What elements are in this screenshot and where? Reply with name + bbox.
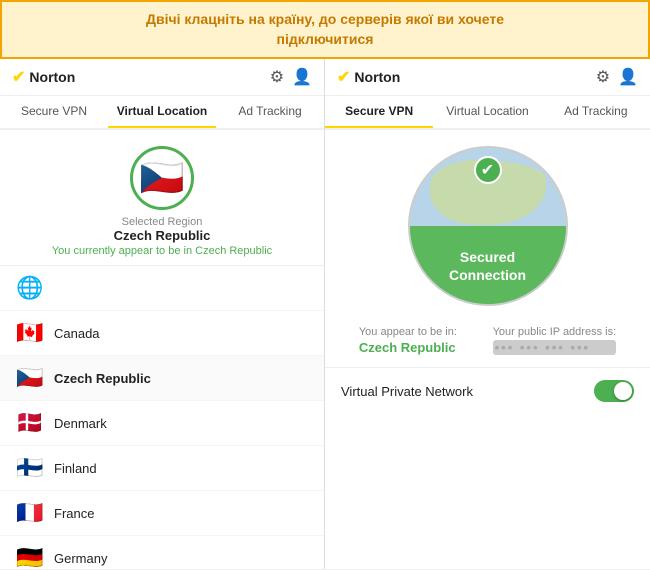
notification-text-line2: підключитися	[277, 31, 374, 47]
list-item-partial[interactable]: 🌐	[0, 266, 324, 311]
list-item-germany[interactable]: 🇩🇪 Germany	[0, 536, 324, 569]
right-tabs: Secure VPN Virtual Location Ad Tracking	[325, 96, 650, 130]
country-flag-denmark: 🇩🇰	[16, 410, 44, 436]
right-profile-icon[interactable]: 👤	[618, 67, 638, 87]
right-tab-secure-vpn[interactable]: Secure VPN	[325, 96, 433, 128]
notification-text-line1: Двічі клацніть на країну, до серверів як…	[146, 11, 504, 27]
right-logo-text: Norton	[354, 69, 400, 85]
left-panel: ✔ Norton ⚙ 👤 Secure VPN Virtual Location…	[0, 59, 325, 569]
selected-region-name: Czech Republic	[114, 228, 211, 243]
left-profile-icon[interactable]: 👤	[292, 67, 312, 87]
notification-bar: Двічі клацніть на країну, до серверів як…	[0, 0, 650, 59]
vpn-toggle-label: Virtual Private Network	[341, 384, 473, 399]
left-logo-text: Norton	[29, 69, 75, 85]
country-name-germany: Germany	[54, 551, 107, 566]
right-panel: ✔ Norton ⚙ 👤 Secure VPN Virtual Location…	[325, 59, 650, 569]
left-tab-virtual-location[interactable]: Virtual Location	[108, 96, 216, 128]
country-name-denmark: Denmark	[54, 416, 107, 431]
country-flag-finland: 🇫🇮	[16, 455, 44, 481]
left-tab-ad-tracking[interactable]: Ad Tracking	[216, 96, 324, 128]
country-flag-canada: 🇨🇦	[16, 320, 44, 346]
list-item-finland[interactable]: 🇫🇮 Finland	[0, 446, 324, 491]
selected-region-status: You currently appear to be in Czech Repu…	[52, 245, 272, 257]
right-gear-icon[interactable]: ⚙	[596, 67, 610, 87]
vpn-appear-label: You appear to be in:	[359, 326, 457, 338]
vpn-ip-value: ••• ••• ••• •••	[493, 340, 617, 355]
selected-region-area: 🇨🇿 Selected Region Czech Republic You cu…	[0, 130, 324, 266]
vpn-appear-value: Czech Republic	[359, 340, 457, 355]
list-item-czech[interactable]: 🇨🇿 Czech Republic	[0, 356, 324, 401]
country-flag-france: 🇫🇷	[16, 500, 44, 526]
vpn-appear-item: You appear to be in: Czech Republic	[359, 326, 457, 355]
left-header: ✔ Norton ⚙ 👤	[0, 59, 324, 96]
map-pin: ✔	[474, 156, 502, 184]
left-gear-icon[interactable]: ⚙	[270, 67, 284, 87]
selected-region-flag: 🇨🇿	[130, 146, 194, 210]
vpn-toggle-switch[interactable]	[594, 380, 634, 402]
left-tabs: Secure VPN Virtual Location Ad Tracking	[0, 96, 324, 130]
map-pin-check: ✔	[481, 160, 494, 180]
right-tab-virtual-location[interactable]: Virtual Location	[433, 96, 541, 128]
list-item-denmark[interactable]: 🇩🇰 Denmark	[0, 401, 324, 446]
country-flag-germany: 🇩🇪	[16, 545, 44, 569]
right-tab-ad-tracking[interactable]: Ad Tracking	[542, 96, 650, 128]
country-flag-partial: 🌐	[16, 275, 44, 301]
map-bottom: Secured Connection	[410, 226, 566, 304]
map-area: ✔ Secured Connection	[325, 130, 650, 314]
right-logo-check: ✔	[337, 67, 350, 87]
vpn-info-area: You appear to be in: Czech Republic Your…	[325, 314, 650, 368]
vpn-ip-label: Your public IP address is:	[493, 326, 617, 338]
list-item-france[interactable]: 🇫🇷 France	[0, 491, 324, 536]
selected-region-label: Selected Region	[122, 216, 203, 228]
left-logo-check: ✔	[12, 67, 25, 87]
toggle-knob	[614, 382, 632, 400]
country-name-france: France	[54, 506, 94, 521]
left-header-icons: ⚙ 👤	[270, 67, 312, 87]
country-name-canada: Canada	[54, 326, 100, 341]
map-top: ✔	[410, 148, 566, 226]
secured-connection-text: Secured Connection	[449, 248, 526, 284]
country-name-czech: Czech Republic	[54, 371, 151, 386]
left-tab-secure-vpn[interactable]: Secure VPN	[0, 96, 108, 128]
right-header-icons: ⚙ 👤	[596, 67, 638, 87]
list-item-canada[interactable]: 🇨🇦 Canada	[0, 311, 324, 356]
map-circle: ✔ Secured Connection	[408, 146, 568, 306]
vpn-toggle-row: Virtual Private Network	[325, 368, 650, 414]
right-logo: ✔ Norton	[337, 67, 400, 87]
country-flag-czech: 🇨🇿	[16, 365, 44, 391]
vpn-ip-item: Your public IP address is: ••• ••• ••• •…	[493, 326, 617, 355]
left-logo: ✔ Norton	[12, 67, 75, 87]
country-name-finland: Finland	[54, 461, 97, 476]
right-header: ✔ Norton ⚙ 👤	[325, 59, 650, 96]
country-list: 🌐 🇨🇦 Canada 🇨🇿 Czech Republic 🇩🇰 Denmark…	[0, 266, 324, 569]
